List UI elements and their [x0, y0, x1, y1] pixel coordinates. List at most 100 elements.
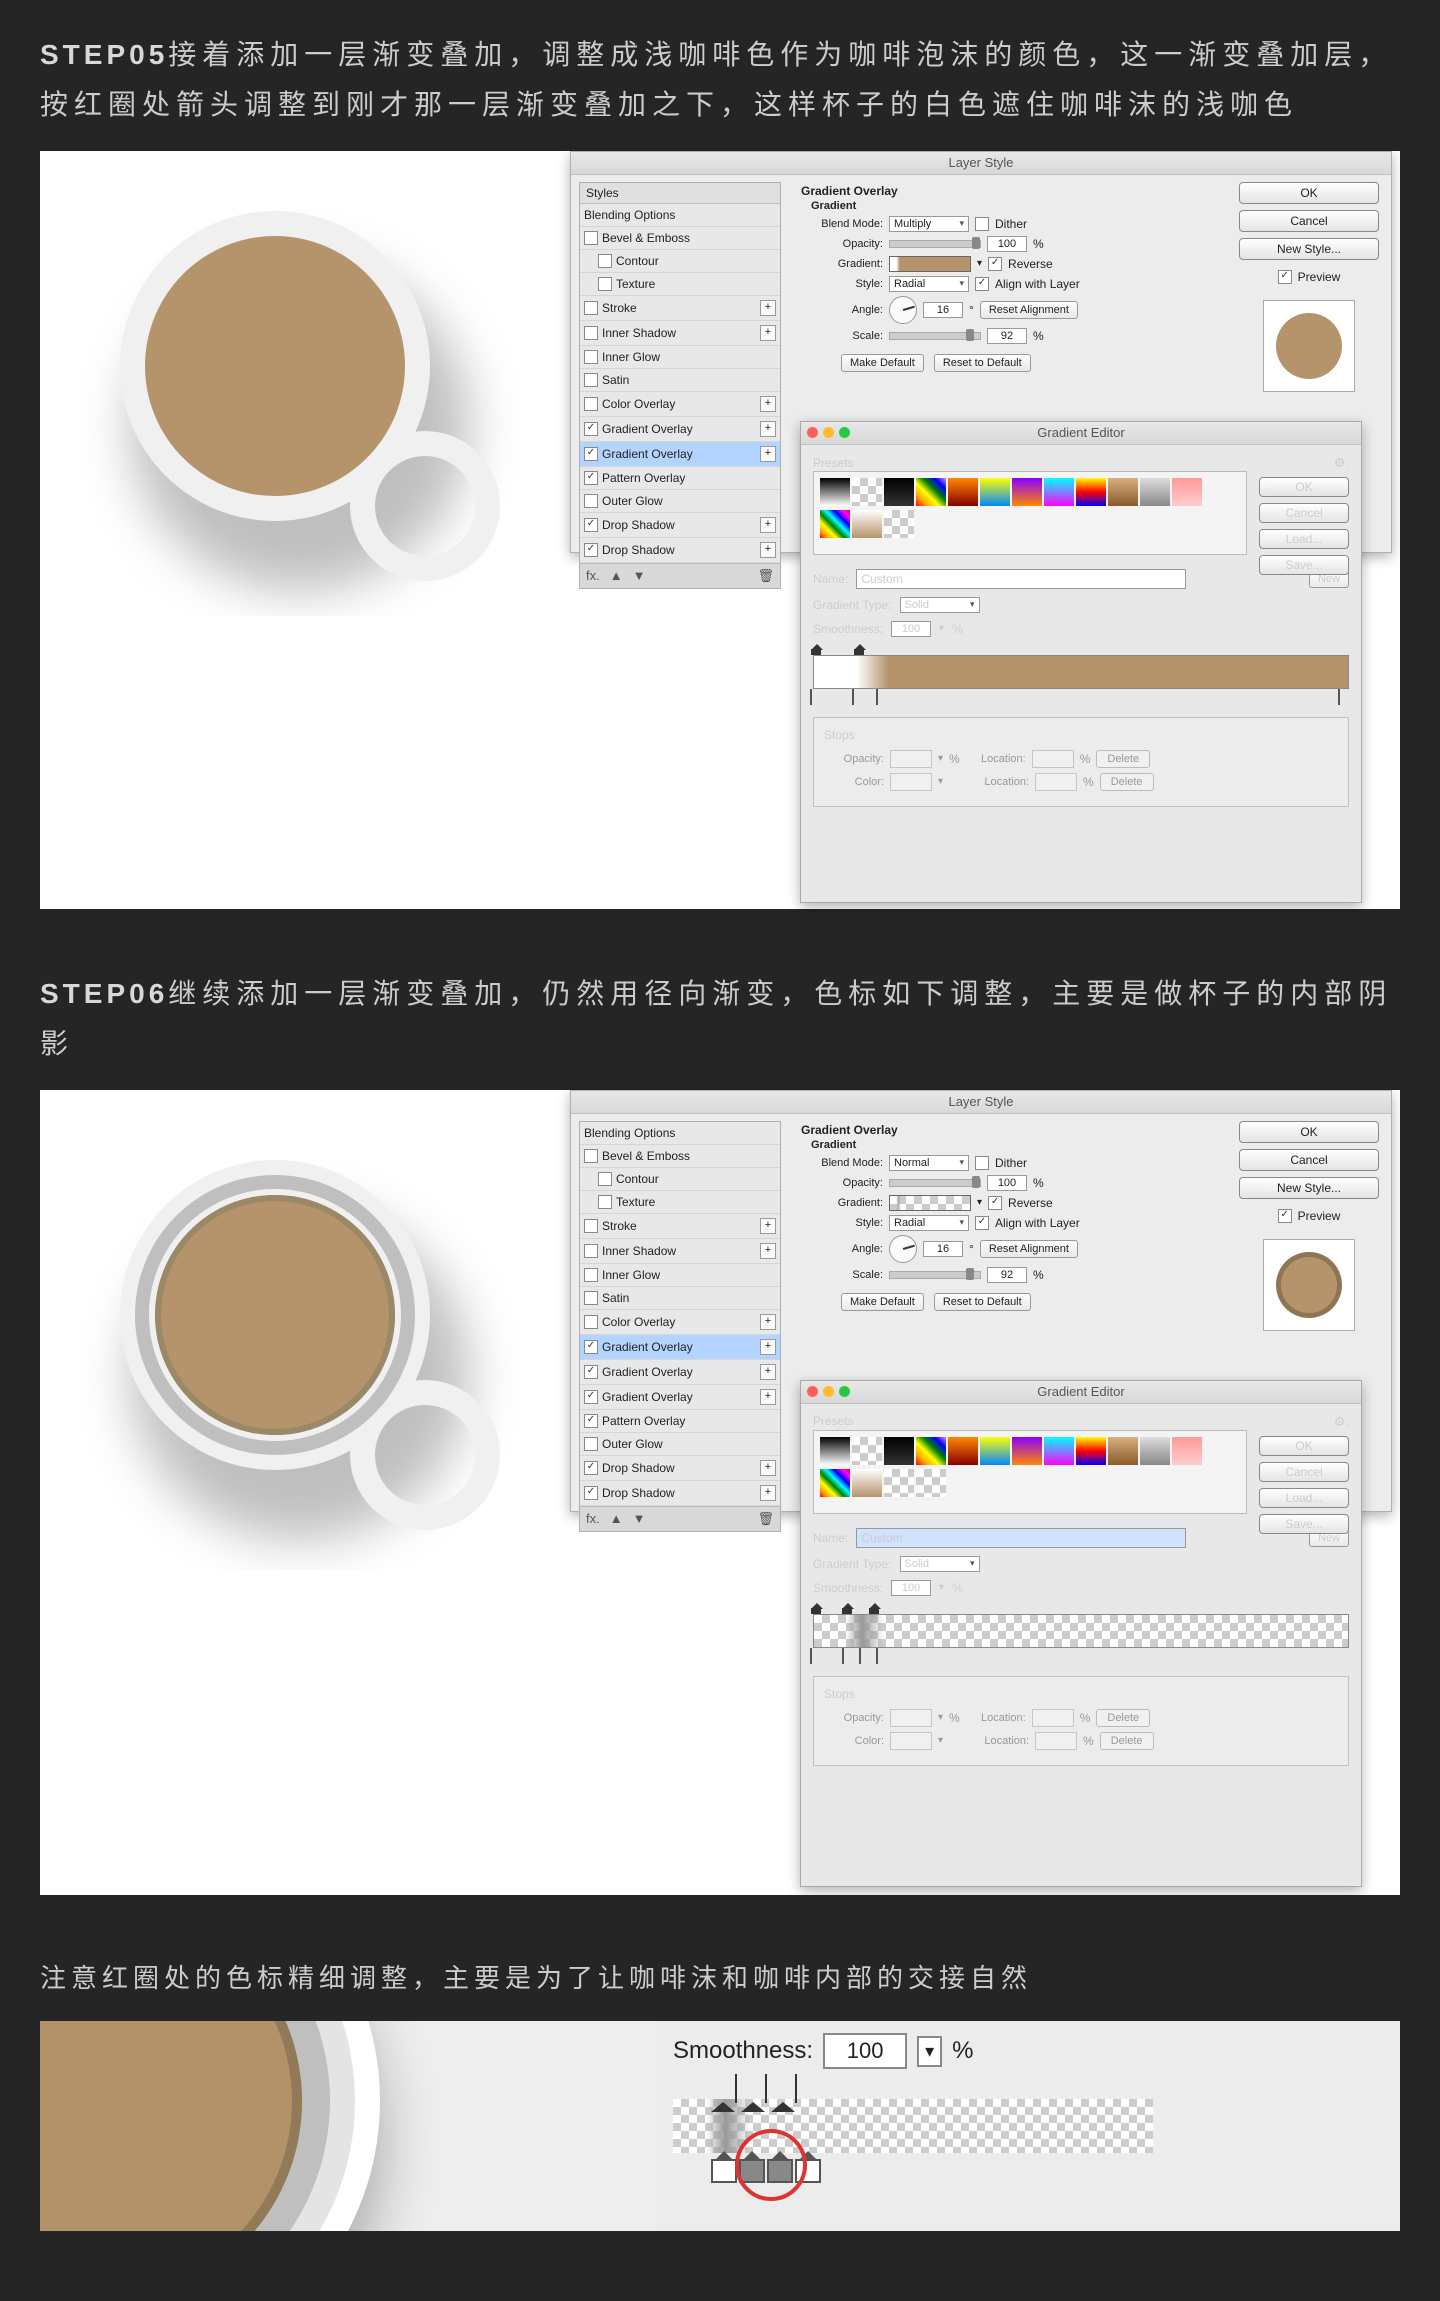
reset-default-button[interactable]: Reset to Default	[934, 354, 1031, 372]
opacity-value[interactable]: 100	[987, 236, 1027, 252]
presets-box[interactable]	[813, 471, 1247, 555]
figure-step05: Layer Style Styles Blending Options Beve…	[40, 151, 1400, 909]
gradient-overlay-row-2[interactable]: Gradient Overlay+	[580, 442, 780, 467]
style-label: Style:	[815, 278, 883, 290]
scale-value[interactable]: 92	[987, 328, 1027, 344]
color-overlay-row[interactable]: Color Overlay+	[580, 392, 780, 417]
cancel-button[interactable]: Cancel	[1239, 210, 1379, 232]
zoom-icon[interactable]	[839, 427, 850, 438]
presets-label: Presets	[813, 456, 854, 470]
dither-checkbox[interactable]	[975, 217, 989, 231]
blendmode-label: Blend Mode:	[815, 218, 883, 230]
name-input-2[interactable]: Custom	[856, 1528, 1186, 1548]
crop-gradient-bar[interactable]	[673, 2099, 1153, 2153]
ge-ok-button[interactable]: OK	[1259, 477, 1349, 497]
opacity-stop[interactable]	[811, 644, 823, 654]
close-icon[interactable]	[807, 427, 818, 438]
color-stop[interactable]	[810, 690, 824, 702]
gradient-bar[interactable]	[813, 655, 1349, 689]
minimize-icon[interactable]	[823, 427, 834, 438]
step05-label: STEP05	[40, 39, 168, 70]
dither-label: Dither	[995, 217, 1027, 231]
preview-label: Preview	[1298, 270, 1341, 284]
down-icon[interactable]: ▼	[633, 568, 646, 584]
gradient-editor-dialog-2: Gradient Editor Presets ⚙.	[800, 1380, 1362, 1887]
make-default-button[interactable]: Make Default	[841, 354, 924, 372]
coffee-foam	[145, 236, 405, 496]
step05-text: STEP05接着添加一层渐变叠加，调整成浅咖啡色作为咖啡泡沫的颜色，这一渐变叠加…	[40, 30, 1400, 131]
scale-slider[interactable]	[889, 332, 981, 340]
reverse-label: Reverse	[1008, 257, 1053, 271]
angle-value[interactable]: 16	[923, 302, 963, 318]
bevel-row[interactable]: Bevel & Emboss	[580, 227, 780, 250]
crop-preview	[40, 2021, 655, 2231]
ge-title: Gradient Editor	[801, 422, 1361, 445]
styles-list: Styles Blending Options Bevel & Emboss C…	[579, 182, 781, 589]
add-icon[interactable]: +	[760, 300, 776, 316]
drop-shadow-row-2[interactable]: Drop Shadow+	[580, 538, 780, 563]
crop-panel: Smoothness: 100 ▾ %	[655, 2021, 1400, 2231]
blendmode-select[interactable]: Multiply▾	[889, 216, 969, 232]
opacity-stop[interactable]	[854, 644, 866, 654]
align-checkbox[interactable]	[975, 277, 989, 291]
dialog-buttons: OK Cancel New Style... Preview	[1239, 182, 1379, 392]
gradtype-label: Gradient Type:	[813, 598, 892, 612]
gradient-overlay-row-1[interactable]: Gradient Overlay+	[580, 417, 780, 442]
preview-thumbnail	[1263, 300, 1355, 392]
opacity-stop-big[interactable]	[711, 2075, 735, 2097]
blending-options-row[interactable]: Blending Options	[580, 204, 780, 227]
ge-buttons: OK Cancel Load... Save...	[1259, 477, 1349, 575]
gear-icon[interactable]: ⚙.	[1334, 1414, 1349, 1430]
ge-cancel-button[interactable]: Cancel	[1259, 503, 1349, 523]
dropdown-icon[interactable]: ▾	[917, 2036, 942, 2067]
opacity-slider[interactable]	[889, 240, 981, 248]
ok-button[interactable]: OK	[1239, 182, 1379, 204]
outer-glow-row[interactable]: Outer Glow	[580, 490, 780, 513]
color-stop[interactable]	[1338, 690, 1352, 702]
dialog-buttons-2: OK Cancel New Style... Preview	[1239, 1121, 1379, 1331]
inner-glow-row[interactable]: Inner Glow	[580, 346, 780, 369]
gradient-editor-dialog: Gradient Editor Presets ⚙.	[800, 421, 1362, 903]
trash-icon[interactable]: 🗑	[757, 568, 774, 584]
up-icon[interactable]: ▲	[610, 568, 623, 584]
gear-icon[interactable]: ⚙.	[1334, 455, 1349, 471]
delete-button[interactable]: Delete	[1100, 773, 1154, 791]
styles-list-2: Blending Options Bevel & Emboss Contour …	[579, 1121, 781, 1532]
smoothness-value[interactable]: 100	[891, 621, 931, 637]
crop-smoothness-label: Smoothness:	[673, 2037, 813, 2065]
color-stop[interactable]	[876, 690, 890, 702]
align-label: Align with Layer	[995, 277, 1080, 291]
gradient-bar-2[interactable]	[813, 1614, 1349, 1648]
name-input[interactable]: Custom	[856, 569, 1186, 589]
preview-checkbox[interactable]	[1278, 270, 1292, 284]
texture-row[interactable]: Texture	[580, 273, 780, 296]
gradtype-select[interactable]: Solid▾	[900, 597, 980, 613]
fx-icon[interactable]: fx.	[586, 568, 600, 584]
style-select[interactable]: Radial▾	[889, 276, 969, 292]
figure-crop: Smoothness: 100 ▾ %	[40, 2021, 1400, 2231]
canvas-preview-2	[40, 1090, 570, 1570]
color-stop[interactable]	[852, 690, 866, 702]
contour-row[interactable]: Contour	[580, 250, 780, 273]
ge-load-button[interactable]: Load...	[1259, 529, 1349, 549]
new-style-button[interactable]: New Style...	[1239, 238, 1379, 260]
reverse-checkbox[interactable]	[988, 257, 1002, 271]
fx-bar: fx. ▲ ▼ 🗑	[580, 563, 780, 588]
gradient-swatch[interactable]	[889, 256, 971, 272]
angle-dial[interactable]	[889, 296, 917, 324]
smoothness-label: Smoothness:	[813, 622, 883, 636]
inner-shadow-row[interactable]: Inner Shadow+	[580, 321, 780, 346]
satin-row[interactable]: Satin	[580, 369, 780, 392]
crop-smoothness-value[interactable]: 100	[823, 2033, 907, 2069]
ge-save-button[interactable]: Save...	[1259, 555, 1349, 575]
drop-shadow-row-1[interactable]: Drop Shadow+	[580, 513, 780, 538]
go-subtitle: Gradient	[801, 200, 1111, 212]
reset-alignment-button[interactable]: Reset Alignment	[980, 301, 1078, 319]
stroke-row[interactable]: Stroke+	[580, 296, 780, 321]
styles-header[interactable]: Styles	[580, 183, 780, 204]
color-stop-big[interactable]	[711, 2159, 737, 2183]
delete-button[interactable]: Delete	[1096, 750, 1150, 768]
pattern-overlay-row[interactable]: Pattern Overlay	[580, 467, 780, 490]
angle-label: Angle:	[815, 304, 883, 316]
opacity-label: Opacity:	[815, 238, 883, 250]
